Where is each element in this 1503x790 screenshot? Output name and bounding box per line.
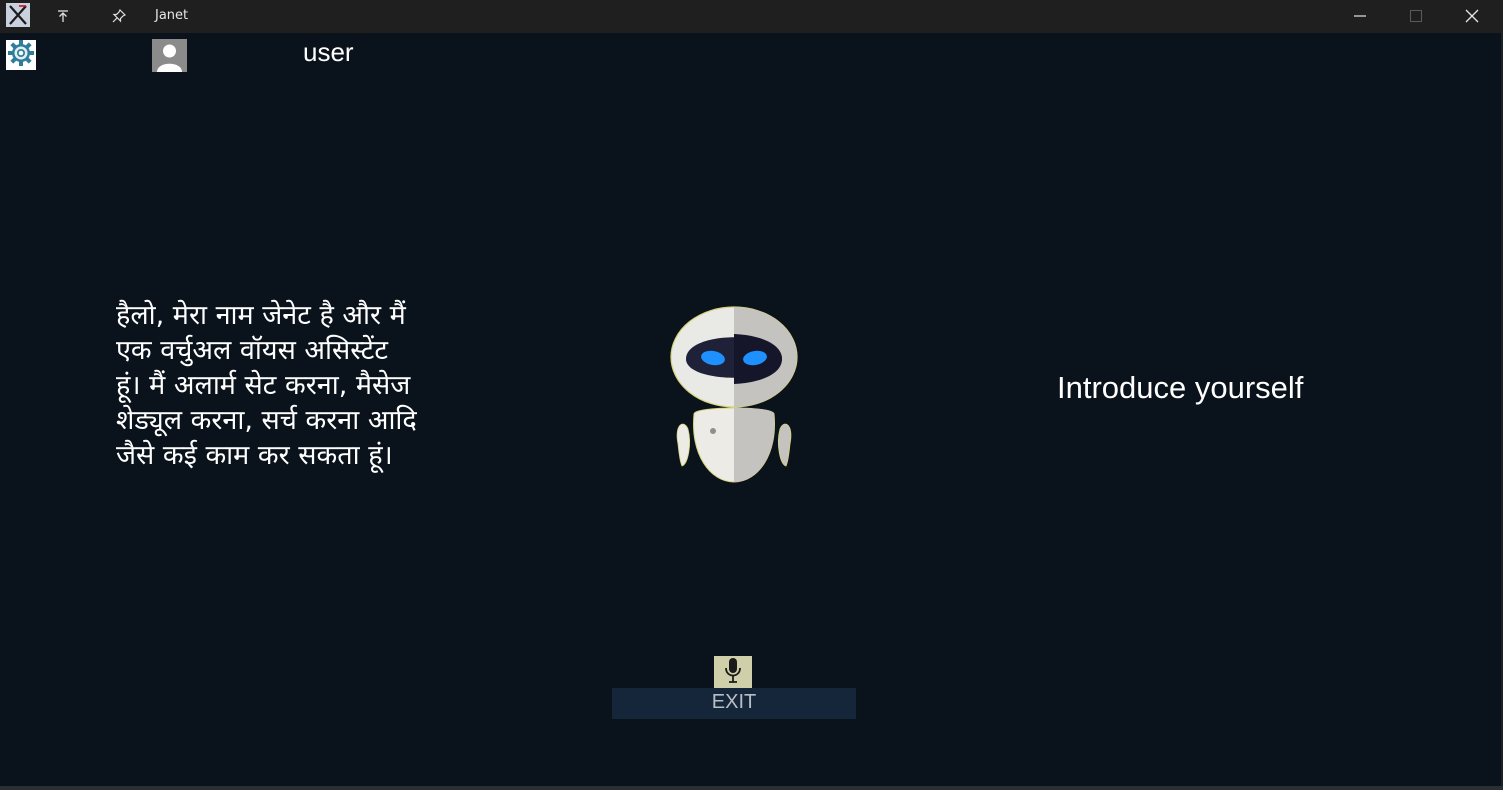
- x-app-icon: [6, 3, 30, 27]
- user-query: Introduce yourself: [1057, 370, 1304, 405]
- keep-on-top-icon[interactable]: [49, 3, 77, 29]
- title-bar: Janet: [0, 0, 1503, 33]
- user-avatar-icon[interactable]: [152, 39, 187, 72]
- minimize-icon[interactable]: [1337, 0, 1383, 32]
- response-line: हूं। मैं अलार्म सेट करना, मैसेज: [116, 370, 411, 401]
- maximize-icon[interactable]: [1393, 0, 1439, 32]
- mic-button[interactable]: [714, 656, 752, 688]
- pin-icon[interactable]: [105, 3, 133, 29]
- microphone-icon: [723, 656, 743, 688]
- response-line: जैसे कई काम कर सकता हूं।: [116, 440, 393, 471]
- response-line: एक वर्चुअल वॉयस असिस्टेंट: [116, 335, 389, 366]
- robot-icon: [668, 304, 802, 486]
- app-window: Janet user हैलो, मेरा नाम जेनेट है और मै…: [0, 0, 1503, 790]
- close-icon[interactable]: [1449, 0, 1495, 32]
- username-label: user: [303, 37, 354, 67]
- window-bottom-edge: [0, 786, 1503, 790]
- gear-icon: [7, 39, 35, 71]
- assistant-response: हैलो, मेरा नाम जेनेट है और मैं एक वर्चुअ…: [116, 298, 536, 473]
- exit-button[interactable]: EXIT: [612, 688, 856, 719]
- settings-button[interactable]: [6, 40, 36, 70]
- window-title: Janet: [155, 8, 189, 23]
- response-line: हैलो, मेरा नाम जेनेट है और मैं: [116, 300, 406, 331]
- response-line: शेड्यूल करना, सर्च करना आदि: [116, 405, 417, 436]
